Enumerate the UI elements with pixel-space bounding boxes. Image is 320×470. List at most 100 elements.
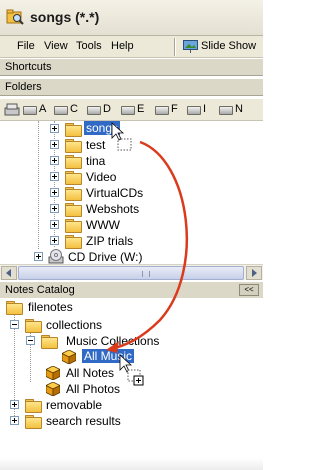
tree-label: VirtualCDs <box>86 186 144 200</box>
tree-label: collections <box>46 318 103 332</box>
notes-catalog-header[interactable]: Notes Catalog << <box>0 281 263 299</box>
tree-label: Video <box>86 170 117 184</box>
catalog-item-all-photos[interactable]: All Photos <box>46 381 146 397</box>
tree-label: All Music <box>82 349 135 363</box>
shortcuts-title: Shortcuts <box>5 61 52 73</box>
tree-item-www[interactable]: WWW <box>50 217 150 233</box>
expand-icon[interactable] <box>50 172 59 181</box>
expand-icon[interactable] <box>50 156 59 165</box>
expand-icon[interactable] <box>50 220 59 229</box>
tree-label: tina <box>86 154 106 168</box>
folder-magnifier-icon <box>6 9 24 25</box>
folder-icon <box>41 335 58 349</box>
shortcuts-header[interactable]: Shortcuts <box>0 58 263 76</box>
drive-icon <box>23 106 37 115</box>
expand-icon[interactable] <box>10 400 19 409</box>
arrow-left-icon <box>6 269 11 277</box>
tree-label: filenotes <box>28 300 73 314</box>
slideshow-label: Slide Show <box>201 40 257 52</box>
drive-icon <box>219 106 233 115</box>
menu-tools[interactable]: Tools <box>76 40 102 52</box>
drive-icon <box>187 106 201 115</box>
folder-icon <box>65 187 82 201</box>
folder-icon <box>65 219 82 233</box>
drive-icon <box>54 106 68 115</box>
catalog-item-music-collections[interactable]: Music Collections <box>26 333 166 349</box>
expand-icon[interactable] <box>50 140 59 149</box>
collapse-icon[interactable] <box>26 336 35 345</box>
expand-icon[interactable] <box>50 204 59 213</box>
folder-icon <box>25 319 42 333</box>
expand-icon[interactable] <box>50 124 59 133</box>
tree-label: CD Drive (W:) <box>68 250 143 264</box>
folders-title: Folders <box>5 81 42 93</box>
collection-cube-icon <box>46 366 60 380</box>
menu-file[interactable]: File <box>17 40 35 52</box>
scroll-thumb[interactable] <box>18 266 244 280</box>
tree-label: Webshots <box>86 202 140 216</box>
drive-icon <box>155 106 169 115</box>
folder-icon <box>65 171 82 185</box>
folder-icon <box>25 399 42 413</box>
tree-label: removable <box>46 398 103 412</box>
arrow-right-icon <box>252 269 257 277</box>
folder-tree: songs test tina Video VirtualCDs Webshot… <box>0 121 263 264</box>
tree-label: All Notes <box>66 366 115 380</box>
expand-icon[interactable] <box>34 252 43 261</box>
expand-icon[interactable] <box>50 236 59 245</box>
folder-icon <box>65 139 82 153</box>
slideshow-icon <box>183 40 198 53</box>
tree-label: WWW <box>86 218 120 232</box>
drive-toolbar-icon[interactable] <box>4 102 20 118</box>
scroll-left-button[interactable] <box>1 266 17 280</box>
folder-icon <box>65 155 82 169</box>
catalog-item-search-results[interactable]: search results <box>10 413 150 429</box>
catalog-item-all-notes[interactable]: All Notes <box>46 365 146 381</box>
collection-cube-icon <box>46 382 60 396</box>
menu-bar: File View Tools Help Slide Show <box>0 36 263 58</box>
collapse-button[interactable]: << <box>239 284 259 296</box>
tree-label: test <box>86 138 106 152</box>
notes-catalog-title: Notes Catalog <box>5 284 75 296</box>
expand-icon[interactable] <box>10 416 19 425</box>
menu-separator <box>174 38 176 56</box>
drive-icon <box>87 106 101 115</box>
folder-icon <box>65 235 82 249</box>
tree-label: All Photos <box>66 382 121 396</box>
scroll-grip <box>142 271 150 277</box>
tree-label: Music Collections <box>66 334 160 348</box>
tree-item-webshots[interactable]: Webshots <box>50 201 160 217</box>
folder-icon <box>65 123 82 137</box>
collapse-icon[interactable] <box>10 320 19 329</box>
folder-icon <box>65 203 82 217</box>
catalog-item-filenotes[interactable]: filenotes <box>6 300 126 316</box>
tree-item-songs[interactable]: songs <box>50 121 150 137</box>
title-bar: songs (*.*) <box>0 0 263 36</box>
window-shadow <box>0 458 263 470</box>
folders-header[interactable]: Folders <box>0 78 263 96</box>
cd-drive-icon <box>48 249 64 264</box>
expand-icon[interactable] <box>50 188 59 197</box>
tree-item-test[interactable]: test <box>50 137 150 153</box>
tree-item-video[interactable]: Video <box>50 169 150 185</box>
menu-help[interactable]: Help <box>111 40 134 52</box>
folder-icon <box>6 301 23 315</box>
catalog-item-all-music[interactable]: All Music <box>62 349 162 365</box>
catalog-item-removable[interactable]: removable <box>10 397 130 413</box>
collection-cube-icon <box>62 350 76 364</box>
catalog-item-collections[interactable]: collections <box>10 317 130 333</box>
drive-icon <box>121 106 135 115</box>
tree-item-zip-trials[interactable]: ZIP trials <box>50 233 160 249</box>
notes-catalog-tree: filenotes collections Music Collections … <box>0 298 263 470</box>
menu-view[interactable]: View <box>44 40 68 52</box>
scroll-right-button[interactable] <box>246 266 262 280</box>
tree-label: songs <box>84 121 121 135</box>
tree-label: ZIP trials <box>86 234 134 248</box>
tree-item-virtualcds[interactable]: VirtualCDs <box>50 185 160 201</box>
tree-item-cd-drive[interactable]: CD Drive (W:) <box>34 249 164 264</box>
folder-icon <box>25 415 42 429</box>
tree-item-tina[interactable]: tina <box>50 153 150 169</box>
tree-line <box>38 121 39 249</box>
horizontal-scrollbar[interactable] <box>0 264 263 280</box>
slideshow-button[interactable]: Slide Show <box>181 37 261 57</box>
